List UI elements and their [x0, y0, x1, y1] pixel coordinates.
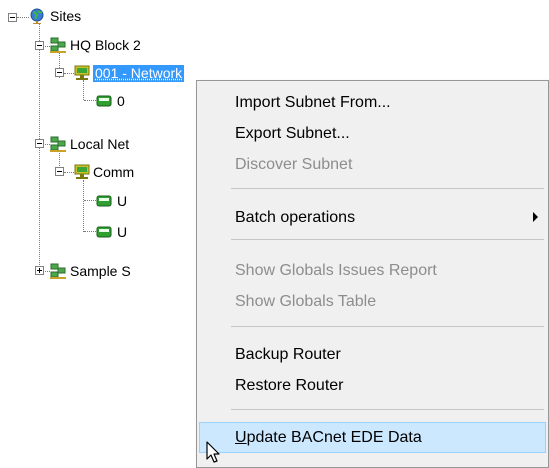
expand-toggle-sample[interactable] — [35, 266, 44, 275]
tree-line — [83, 80, 84, 100]
tree-node-network-selected[interactable]: 001 - Network — [93, 65, 185, 82]
menu-item-label: Batch operations — [235, 209, 356, 226]
network-icon — [74, 164, 90, 179]
collapse-toggle-sites[interactable] — [8, 13, 17, 22]
tree-node-local-net[interactable]: Local Net — [70, 136, 129, 153]
tree-node-router[interactable]: U — [117, 224, 127, 241]
menu-item-update-bacnet-ede[interactable]: Update BACnet EDE Data — [199, 422, 546, 453]
menu-separator — [231, 409, 544, 410]
menu-separator — [231, 188, 544, 189]
tree-line — [84, 100, 96, 101]
tree-node-router[interactable]: 0 — [117, 93, 125, 110]
menu-item-batch-operations[interactable]: Batch operations — [199, 202, 546, 233]
router-icon — [96, 195, 112, 207]
globe-icon — [30, 8, 44, 24]
tree-line — [64, 73, 74, 74]
tree-line — [84, 231, 96, 232]
menu-item-import-subnet[interactable]: Import Subnet From... — [199, 87, 546, 118]
menu-separator — [231, 239, 544, 240]
tree-line — [17, 17, 29, 18]
menu-separator — [231, 326, 544, 327]
menu-item-discover-subnet: Discover Subnet — [235, 156, 353, 173]
collapse-toggle-local-net[interactable] — [35, 139, 44, 148]
router-icon — [96, 226, 112, 238]
network-group-icon — [50, 263, 66, 279]
router-icon — [96, 95, 112, 107]
tree-line — [64, 172, 74, 173]
menu-item-show-globals-table: Show Globals Table — [235, 293, 377, 310]
tree-node-hq-block[interactable]: HQ Block 2 — [70, 37, 141, 54]
tree-line — [83, 180, 84, 232]
tree-node-router[interactable]: U — [117, 193, 127, 210]
tree-line — [84, 200, 96, 201]
network-group-icon — [50, 37, 66, 53]
collapse-toggle-hq-block[interactable] — [35, 41, 44, 50]
collapse-toggle-network[interactable] — [55, 68, 64, 77]
menu-item-label: pdate BACnet EDE Data — [246, 429, 422, 446]
submenu-arrow-icon — [533, 212, 538, 222]
mouse-pointer-icon — [206, 441, 220, 463]
menu-item-accelerator: U — [235, 429, 247, 446]
tree-node-sites[interactable]: Sites — [50, 8, 81, 25]
tree-node-comm[interactable]: Comm — [93, 164, 134, 181]
collapse-toggle-comm[interactable] — [55, 167, 64, 176]
context-menu: Import Subnet From... Export Subnet... D… — [196, 80, 549, 468]
menu-item-show-globals-issues: Show Globals Issues Report — [235, 262, 437, 279]
menu-item-restore-router[interactable]: Restore Router — [199, 370, 546, 401]
menu-item-backup-router[interactable]: Backup Router — [199, 339, 546, 370]
menu-item-export-subnet[interactable]: Export Subnet... — [199, 118, 546, 149]
tree-node-sample[interactable]: Sample S — [70, 263, 131, 280]
network-icon — [74, 65, 90, 80]
network-group-icon — [50, 136, 66, 152]
